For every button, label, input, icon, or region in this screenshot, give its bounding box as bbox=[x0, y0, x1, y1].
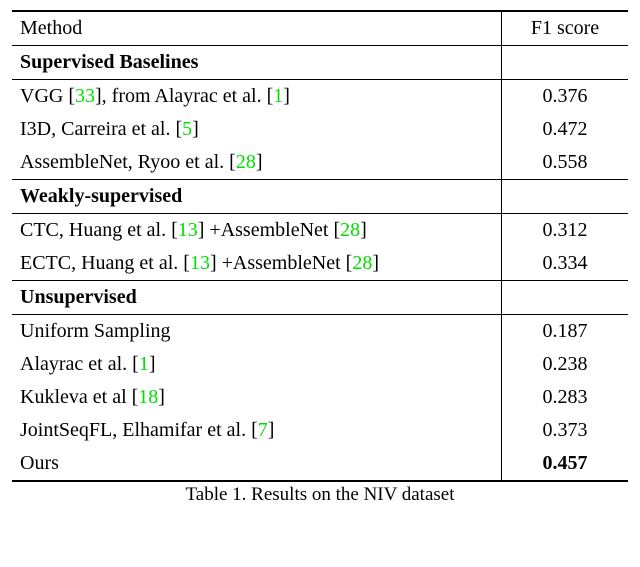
table-row: AssembleNet, Ryoo et al. [28] 0.558 bbox=[12, 146, 628, 180]
citation[interactable]: 33 bbox=[75, 85, 95, 107]
score-cell: 0.283 bbox=[502, 381, 629, 414]
table-row: Ours 0.457 bbox=[12, 447, 628, 481]
method-cell: Uniform Sampling bbox=[12, 315, 502, 349]
header-method: Method bbox=[12, 11, 502, 46]
table-row: Alayrac et al. [1] 0.238 bbox=[12, 348, 628, 381]
citation[interactable]: 7 bbox=[258, 419, 268, 441]
method-cell: I3D, Carreira et al. [5] bbox=[12, 113, 502, 146]
method-cell: ECTC, Huang et al. [13] +AssembleNet [28… bbox=[12, 247, 502, 281]
score-cell: 0.373 bbox=[502, 414, 629, 447]
citation[interactable]: 28 bbox=[236, 151, 256, 173]
score-cell: 0.238 bbox=[502, 348, 629, 381]
section-title: Supervised Baselines bbox=[12, 46, 502, 80]
method-cell: CTC, Huang et al. [13] +AssembleNet [28] bbox=[12, 214, 502, 248]
table-row: Kukleva et al [18] 0.283 bbox=[12, 381, 628, 414]
citation[interactable]: 13 bbox=[190, 252, 210, 274]
section-unsupervised: Unsupervised bbox=[12, 281, 628, 315]
method-cell: Kukleva et al [18] bbox=[12, 381, 502, 414]
score-cell: 0.334 bbox=[502, 247, 629, 281]
citation[interactable]: 28 bbox=[352, 252, 372, 274]
citation[interactable]: 1 bbox=[273, 85, 283, 107]
citation[interactable]: 1 bbox=[139, 353, 149, 375]
score-cell: 0.187 bbox=[502, 315, 629, 349]
section-weakly: Weakly-supervised bbox=[12, 180, 628, 214]
table-header-row: Method F1 score bbox=[12, 11, 628, 46]
table-row: Uniform Sampling 0.187 bbox=[12, 315, 628, 349]
section-title: Unsupervised bbox=[12, 281, 502, 315]
table-row: CTC, Huang et al. [13] +AssembleNet [28]… bbox=[12, 214, 628, 248]
score-cell: 0.457 bbox=[502, 447, 629, 481]
method-cell: AssembleNet, Ryoo et al. [28] bbox=[12, 146, 502, 180]
table-row: I3D, Carreira et al. [5] 0.472 bbox=[12, 113, 628, 146]
score-cell: 0.472 bbox=[502, 113, 629, 146]
table-row: JointSeqFL, Elhamifar et al. [7] 0.373 bbox=[12, 414, 628, 447]
table-row: VGG [33], from Alayrac et al. [1] 0.376 bbox=[12, 80, 628, 114]
header-score: F1 score bbox=[502, 11, 629, 46]
table-row: ECTC, Huang et al. [13] +AssembleNet [28… bbox=[12, 247, 628, 281]
results-table: Method F1 score Supervised Baselines VGG… bbox=[12, 10, 628, 482]
citation[interactable]: 18 bbox=[138, 386, 158, 408]
table-caption: Table 1. Results on the NIV dataset bbox=[12, 482, 628, 506]
score-cell: 0.376 bbox=[502, 80, 629, 114]
citation[interactable]: 13 bbox=[178, 219, 198, 241]
score-cell: 0.558 bbox=[502, 146, 629, 180]
method-cell: Alayrac et al. [1] bbox=[12, 348, 502, 381]
citation[interactable]: 5 bbox=[182, 118, 192, 140]
citation[interactable]: 28 bbox=[340, 219, 360, 241]
method-cell: JointSeqFL, Elhamifar et al. [7] bbox=[12, 414, 502, 447]
section-title: Weakly-supervised bbox=[12, 180, 502, 214]
section-supervised: Supervised Baselines bbox=[12, 46, 628, 80]
score-cell: 0.312 bbox=[502, 214, 629, 248]
method-cell: Ours bbox=[12, 447, 502, 481]
method-cell: VGG [33], from Alayrac et al. [1] bbox=[12, 80, 502, 114]
